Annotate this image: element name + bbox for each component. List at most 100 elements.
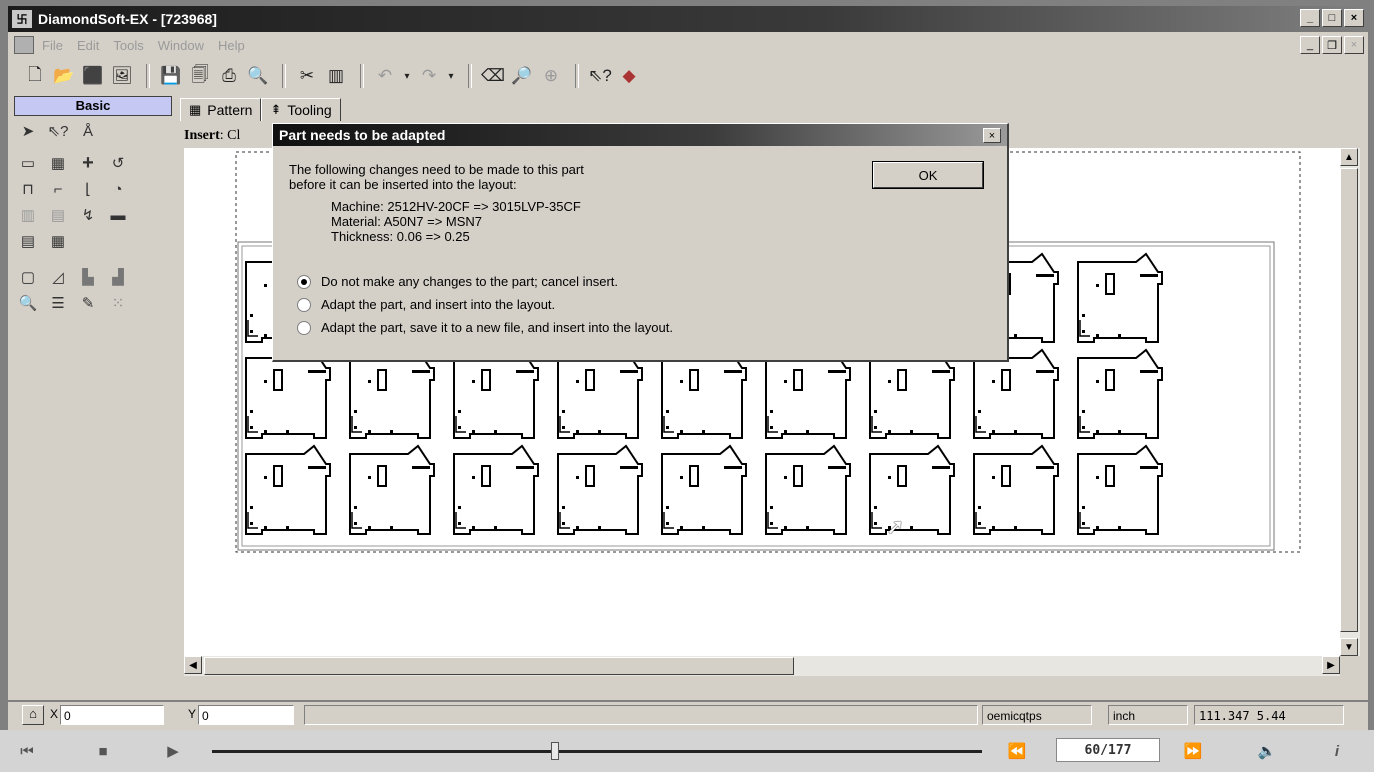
radio-cancel-insert[interactable] — [297, 274, 311, 289]
nested-part[interactable] — [349, 349, 435, 439]
factory-tool-icon[interactable]: ▙ — [76, 266, 100, 288]
zoom-fit-icon[interactable]: ⊕ — [538, 63, 564, 89]
x-coordinate-field[interactable]: 0 — [60, 705, 164, 725]
nested-part[interactable] — [1077, 445, 1163, 535]
nested-part[interactable] — [973, 349, 1059, 439]
sheet-tool-icon[interactable]: ▬ — [106, 204, 130, 226]
minimize-button[interactable]: _ — [1300, 9, 1320, 27]
arc-tool-icon[interactable]: ◔ — [106, 178, 130, 200]
layout-icon[interactable]: ▥ — [323, 63, 349, 89]
volume-icon[interactable]: 🔈 — [1250, 738, 1284, 764]
nested-part[interactable] — [1077, 253, 1163, 343]
menu-file[interactable]: File — [42, 38, 63, 53]
help-select-icon[interactable]: ⇖? — [46, 120, 70, 142]
scroll-right-button[interactable]: ▶ — [1322, 656, 1340, 674]
mirror-tool-icon[interactable]: ⊓ — [16, 178, 40, 200]
grid-app-icon[interactable]: 卐 — [12, 10, 32, 28]
vertical-scroll-thumb[interactable] — [1340, 168, 1358, 632]
path-tool-icon[interactable]: ↯ — [76, 204, 100, 226]
slope-tool-icon[interactable]: ◿ — [46, 266, 70, 288]
horizontal-scrollbar[interactable]: ◀ ▶ — [184, 656, 1340, 676]
doc-restore-button[interactable]: ❐ — [1322, 36, 1342, 54]
magnifier-tool-icon[interactable]: 🔍 — [16, 292, 40, 314]
save-icon[interactable]: 💾 — [158, 63, 184, 89]
stop-icon[interactable]: ■ — [86, 738, 120, 764]
grid-insert-icon[interactable]: ▦ — [46, 152, 70, 174]
import-icon[interactable]: ⬛ — [80, 63, 106, 89]
horizontal-scroll-thumb[interactable] — [204, 657, 794, 675]
tab-pattern[interactable]: ▦ Pattern — [180, 98, 262, 121]
print-icon[interactable]: ⎙ — [216, 63, 242, 89]
nested-part[interactable] — [869, 445, 955, 535]
progress-thumb[interactable] — [551, 742, 560, 760]
cut-pattern-icon[interactable]: ✂ — [294, 63, 320, 89]
nested-part[interactable] — [453, 349, 539, 439]
calculator-icon[interactable]: ▦ — [46, 230, 70, 252]
tab-tooling[interactable]: ⇞ Tooling — [261, 98, 341, 121]
home-view-icon[interactable]: ⌂ — [22, 705, 44, 725]
offset-tool-icon[interactable]: ⌊ — [76, 178, 100, 200]
radio-adapt-insert[interactable] — [297, 297, 311, 312]
eraser-icon[interactable]: ⌫ — [480, 63, 506, 89]
select-arrow-icon[interactable]: ➤ — [16, 120, 40, 142]
radio-adapt-save-insert[interactable] — [297, 320, 311, 335]
menu-window[interactable]: Window — [158, 38, 204, 53]
save-all-icon[interactable]: 🗐 — [187, 63, 213, 89]
maximize-button[interactable]: □ — [1322, 9, 1342, 27]
scroll-up-button[interactable]: ▲ — [1340, 148, 1358, 166]
array-tool-icon[interactable]: ▥ — [16, 204, 40, 226]
context-help-icon[interactable]: ⇖? — [587, 63, 613, 89]
nested-part[interactable] — [973, 445, 1059, 535]
print-preview-icon[interactable]: 🔍 — [245, 63, 271, 89]
redo-dropdown-icon[interactable]: ▾ — [445, 63, 457, 89]
new-document-icon[interactable]: 🗋 — [22, 63, 48, 89]
vertical-scrollbar[interactable]: ▲ ▼ — [1340, 148, 1360, 656]
progress-track[interactable] — [212, 750, 982, 753]
redo-icon[interactable]: ↷ — [416, 63, 442, 89]
brush-tool-icon[interactable]: ✎ — [76, 292, 100, 314]
corner-tool-icon[interactable]: ⌐ — [46, 178, 70, 200]
play-icon[interactable]: ▶ — [156, 738, 190, 764]
rectangle-tool-icon[interactable]: ▭ — [16, 152, 40, 174]
ok-button[interactable]: OK — [872, 161, 984, 189]
scroll-down-button[interactable]: ▼ — [1340, 638, 1358, 656]
menu-edit[interactable]: Edit — [77, 38, 99, 53]
basic-tab[interactable]: Basic — [14, 96, 172, 116]
scroll-left-button[interactable]: ◀ — [184, 656, 202, 674]
open-folder-icon[interactable]: 📂 — [51, 63, 77, 89]
rewind-icon[interactable]: ⏪ — [1000, 738, 1034, 764]
frame-tool-icon[interactable]: ▢ — [16, 266, 40, 288]
rotate-tool-icon[interactable]: ↺ — [106, 152, 130, 174]
nested-part[interactable] — [1077, 349, 1163, 439]
nested-part[interactable] — [453, 445, 539, 535]
layers-tool-icon[interactable]: ▤ — [16, 230, 40, 252]
document-icon[interactable] — [14, 36, 34, 54]
nested-part[interactable] — [557, 349, 643, 439]
list-tool-icon[interactable]: ☰ — [46, 292, 70, 314]
text-tool-icon[interactable]: Å — [76, 120, 100, 142]
nested-part[interactable] — [765, 445, 851, 535]
doc-close-button[interactable]: × — [1344, 36, 1364, 54]
undo-dropdown-icon[interactable]: ▾ — [401, 63, 413, 89]
dot-grid-icon[interactable]: ⁙ — [106, 292, 130, 314]
close-window-button[interactable]: × — [1344, 9, 1364, 27]
menu-help[interactable]: Help — [218, 38, 245, 53]
view-image-icon[interactable]: 🖼 — [109, 63, 135, 89]
block-tool-icon[interactable]: ▟ — [106, 266, 130, 288]
nested-part[interactable] — [245, 349, 331, 439]
skip-start-icon[interactable]: ⏮ — [10, 738, 44, 764]
plus-tool-icon[interactable]: + — [76, 152, 100, 174]
dialog-close-button[interactable]: × — [983, 128, 1001, 143]
settings-icon[interactable]: ◆ — [616, 63, 642, 89]
nested-part[interactable] — [661, 445, 747, 535]
undo-icon[interactable]: ↶ — [372, 63, 398, 89]
nested-part[interactable] — [245, 445, 331, 535]
zoom-window-icon[interactable]: 🔎 — [509, 63, 535, 89]
fast-forward-icon[interactable]: ⏩ — [1176, 738, 1210, 764]
nested-part[interactable] — [349, 445, 435, 535]
option-adapt-insert[interactable]: Adapt the part, and insert into the layo… — [297, 297, 555, 312]
y-coordinate-field[interactable]: 0 — [198, 705, 294, 725]
nested-part[interactable] — [557, 445, 643, 535]
nested-part[interactable] — [661, 349, 747, 439]
menu-tools[interactable]: Tools — [113, 38, 143, 53]
